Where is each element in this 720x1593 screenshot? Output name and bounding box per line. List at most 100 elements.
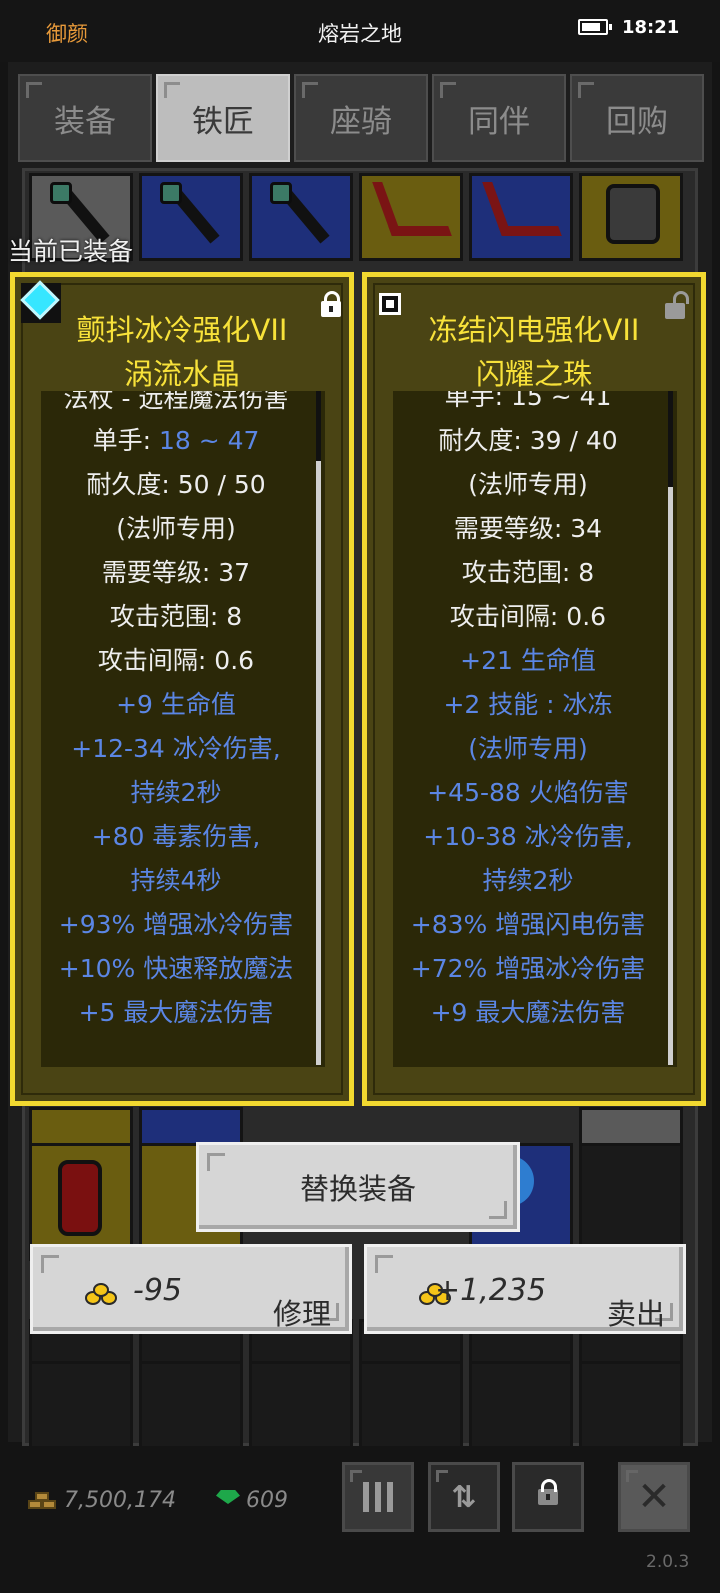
item-card-new: 颤抖冰冷强化VII 涡流水晶 法杖 - 远程魔法伤害 单手: 18 ~ 47 耐… [10, 272, 354, 1106]
stat-cutoff: 法杖 - 远程魔法伤害 [63, 391, 289, 413]
bow-icon [482, 182, 562, 236]
stat-line: +72% 增强冰冷伤害 [410, 954, 646, 983]
wand-head-icon [270, 182, 292, 204]
repair-cost: -95 [133, 1273, 182, 1308]
repair-label: 修理 [272, 1297, 331, 1331]
stat-line: +80 毒素伤害, [91, 822, 261, 851]
corner-decoration [375, 1255, 393, 1273]
sell-button[interactable]: +1,235 卖出 [364, 1244, 686, 1334]
scrollbar[interactable] [668, 487, 673, 1065]
item-type: 涡流水晶 [123, 357, 240, 391]
stat-value: 18 ~ 47 [158, 426, 260, 455]
corner-decoration [164, 82, 180, 98]
tab-equipment[interactable]: 装备 [18, 74, 152, 162]
corner-decoration [440, 82, 456, 98]
battery-icon [578, 19, 612, 35]
grid-icon [363, 1482, 393, 1512]
sell-value: +1,235 [435, 1273, 547, 1308]
stat-line: (法师专用) [468, 470, 588, 499]
stat-line: 持续2秒 [482, 866, 574, 895]
item-stats[interactable]: 单手: 15 ~ 41 耐久度: 39 / 40 (法师专用) 需要等级: 34… [393, 391, 677, 1067]
stat-line: 攻击范围: 8 [461, 558, 595, 587]
stat-line: +9 生命值 [116, 690, 236, 719]
corner-decoration [436, 1470, 448, 1482]
tab-label: 回购 [606, 103, 668, 140]
gem-amount: 609 [246, 1488, 288, 1513]
stat-line: +10% 快速释放魔法 [58, 954, 294, 983]
tab-companion[interactable]: 同伴 [432, 74, 566, 162]
scrollbar-track [668, 391, 673, 487]
bow-icon [372, 182, 452, 236]
gold-bars-icon [28, 1490, 58, 1512]
stat-line: 耐久度: 39 / 40 [438, 426, 618, 455]
stat-line: 单手: 18 ~ 47 [41, 421, 311, 457]
shield-icon [58, 1160, 102, 1236]
inventory-slot[interactable] [469, 1361, 573, 1449]
stat-line: 持续2秒 [130, 778, 222, 807]
stat-line: +12-34 冰冷伤害, [71, 734, 281, 763]
lock-icon [538, 1479, 558, 1505]
stat-line: 需要等级: 34 [453, 514, 603, 543]
tab-label: 铁匠 [192, 103, 254, 140]
sell-label: 卖出 [606, 1297, 665, 1331]
inventory-slot[interactable] [359, 1361, 463, 1449]
repair-button[interactable]: -95 修理 [30, 1244, 352, 1334]
corner-decoration [350, 1470, 362, 1482]
version-label: 2.0.3 [646, 1552, 690, 1572]
tab-label: 座骑 [330, 103, 392, 140]
stat-line: +21 生命值 [460, 646, 596, 675]
stat-line: +93% 增强冰冷伤害 [58, 910, 294, 939]
corner-decoration [26, 82, 42, 98]
stat-line: +9 最大魔法伤害 [430, 998, 626, 1027]
inventory-slot[interactable] [249, 1361, 353, 1449]
wand-head-icon [50, 182, 72, 204]
inventory-slot[interactable] [139, 173, 243, 261]
sort-arrows-icon: ⇅ [451, 1479, 477, 1515]
inventory-slot[interactable] [139, 1361, 243, 1449]
stat-label: 单手: [92, 426, 159, 455]
gold-amount: 7,500,174 [64, 1488, 176, 1513]
clock: 18:21 [622, 17, 680, 38]
stat-line: +10-38 冰冷伤害, [423, 822, 633, 851]
close-button[interactable]: ✕ [618, 1462, 690, 1532]
tab-buyback[interactable]: 回购 [570, 74, 704, 162]
grid-view-button[interactable] [342, 1462, 414, 1532]
inventory-slot[interactable] [29, 1361, 133, 1449]
swap-button-label: 替换装备 [299, 1172, 416, 1206]
stat-line: +83% 增强闪电伤害 [410, 910, 646, 939]
swap-equipment-button[interactable]: 替换装备 [196, 1142, 520, 1232]
inventory-slot[interactable] [359, 173, 463, 261]
item-name: 冻结闪电强化VII [428, 313, 640, 347]
corner-decoration [41, 1255, 59, 1273]
inventory-slot[interactable] [579, 1361, 683, 1449]
tab-blacksmith[interactable]: 铁匠 [156, 74, 290, 162]
stat-line: +5 最大魔法伤害 [78, 998, 274, 1027]
sort-button[interactable]: ⇅ [428, 1462, 500, 1532]
scrollbar-track [316, 391, 321, 461]
stat-line: +45-88 火焰伤害 [427, 778, 629, 807]
corner-decoration [626, 1470, 638, 1482]
scrollbar[interactable] [316, 461, 321, 1065]
item-stats[interactable]: 法杖 - 远程魔法伤害 单手: 18 ~ 47 耐久度: 50 / 50 (法师… [41, 391, 325, 1067]
corner-decoration [489, 1201, 507, 1219]
lock-button[interactable] [512, 1462, 584, 1532]
tab-label: 同伴 [468, 103, 530, 140]
stat-line: +2 技能 : 冰冻 [443, 690, 613, 719]
stat-line: 耐久度: 50 / 50 [86, 470, 266, 499]
stat-line: 攻击间隔: 0.6 [449, 602, 607, 631]
inventory-slot[interactable] [249, 173, 353, 261]
stat-line: 持续4秒 [130, 866, 222, 895]
item-name: 颤抖冰冷强化VII [76, 313, 288, 347]
inventory-slot[interactable] [579, 173, 683, 261]
stat-line: (法师专用) [468, 734, 588, 763]
corner-decoration [207, 1153, 225, 1171]
inventory-slot[interactable] [469, 173, 573, 261]
tab-mount[interactable]: 座骑 [294, 74, 428, 162]
stat-line: 攻击间隔: 0.6 [97, 646, 255, 675]
stat-line: (法师专用) [116, 514, 236, 543]
close-icon: ✕ [637, 1474, 671, 1520]
gold-coins-icon [85, 1283, 119, 1307]
item-type: 闪耀之珠 [475, 357, 592, 391]
green-gem-icon [214, 1490, 242, 1510]
stat-cutoff: 单手: 15 ~ 41 [444, 391, 612, 411]
